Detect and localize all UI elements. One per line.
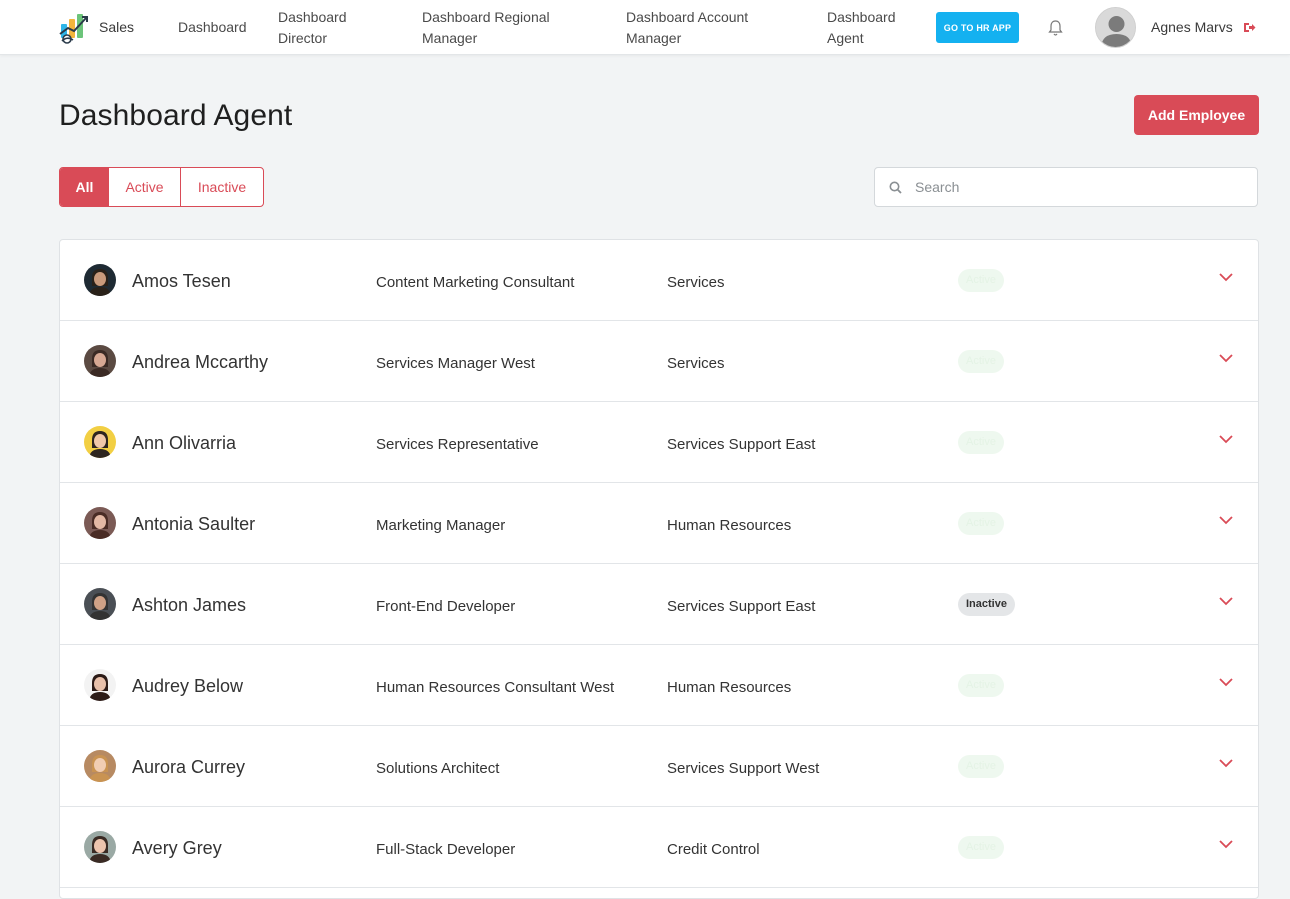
employee-name[interactable]: Amos Tesen <box>132 271 231 292</box>
employee-avatar <box>84 264 116 296</box>
employee-name[interactable]: Ashton James <box>132 595 246 616</box>
employee-name[interactable]: Aurora Currey <box>132 757 245 778</box>
nav-dashboard-director[interactable]: Dashboard Director <box>278 7 368 49</box>
go-to-hr-app-button[interactable]: GO TO HR APP <box>936 12 1019 43</box>
user-silhouette-icon <box>1096 8 1135 47</box>
status-badge: Active <box>958 269 1004 292</box>
status-badge: Active <box>958 674 1004 697</box>
status-badge: Active <box>958 836 1004 859</box>
chevron-down-icon[interactable] <box>1218 514 1234 526</box>
employee-avatar <box>84 750 116 782</box>
user-avatar[interactable] <box>1095 7 1136 48</box>
employee-avatar <box>84 426 116 458</box>
employee-avatar <box>84 345 116 377</box>
employee-avatar <box>84 669 116 701</box>
employee-name[interactable]: Avery Grey <box>132 838 222 859</box>
employee-row[interactable]: Antonia Saulter Marketing Manager Human … <box>60 483 1258 564</box>
employee-role: Marketing Manager <box>376 517 506 534</box>
chevron-down-icon[interactable] <box>1218 838 1234 850</box>
status-filter-group: All Active Inactive <box>59 167 264 207</box>
chevron-down-icon[interactable] <box>1218 676 1234 688</box>
nav-dashboard-agent[interactable]: Dashboard Agent <box>827 7 907 49</box>
employee-row[interactable]: Andrea Mccarthy Services Manager West Se… <box>60 321 1258 402</box>
employee-department: Services <box>667 274 725 291</box>
employee-row[interactable]: Ashton James Front-End Developer Service… <box>60 564 1258 645</box>
brand-name: Sales <box>99 19 135 35</box>
add-employee-button[interactable]: Add Employee <box>1134 95 1259 135</box>
employee-role: Human Resources Consultant West <box>376 679 615 696</box>
employee-role: Services Representative <box>376 436 539 453</box>
employee-department: Services Support East <box>667 598 816 615</box>
status-badge: Active <box>958 431 1004 454</box>
employee-department: Services Support West <box>667 760 820 777</box>
employee-role: Content Marketing Consultant <box>376 274 575 291</box>
employee-row[interactable]: Ann Olivarria Services Representative Se… <box>60 402 1258 483</box>
top-navbar: Sales Dashboard Dashboard Director Dashb… <box>0 0 1290 55</box>
chevron-down-icon[interactable] <box>1218 433 1234 445</box>
employee-department: Human Resources <box>667 517 792 534</box>
nav-dashboard-regional-manager[interactable]: Dashboard Regional Manager <box>422 7 572 49</box>
employee-department: Human Resources <box>667 679 792 696</box>
employee-name[interactable]: Antonia Saulter <box>132 514 255 535</box>
search-box <box>874 167 1258 207</box>
nav-dashboard-account-manager[interactable]: Dashboard Account Manager <box>626 7 776 49</box>
user-name[interactable]: Agnes Marvs <box>1151 19 1233 35</box>
employee-department: Credit Control <box>667 841 760 858</box>
employee-name[interactable]: Audrey Below <box>132 676 243 697</box>
search-icon <box>889 181 902 194</box>
status-badge: Inactive <box>958 593 1015 616</box>
bell-icon[interactable] <box>1047 19 1064 37</box>
filter-inactive[interactable]: Inactive <box>181 168 263 206</box>
employee-name[interactable]: Andrea Mccarthy <box>132 352 268 373</box>
employee-row[interactable]: Amos Tesen Content Marketing Consultant … <box>60 240 1258 321</box>
sales-logo-icon <box>59 14 88 44</box>
employee-row[interactable]: Avery Grey Full-Stack Developer Credit C… <box>60 807 1258 888</box>
employee-list: Amos Tesen Content Marketing Consultant … <box>59 239 1259 899</box>
employee-role: Services Manager West <box>376 355 535 372</box>
chevron-down-icon[interactable] <box>1218 757 1234 769</box>
page-title: Dashboard Agent <box>59 99 293 132</box>
logout-icon[interactable] <box>1243 21 1256 34</box>
chevron-down-icon[interactable] <box>1218 595 1234 607</box>
status-badge: Active <box>958 350 1004 373</box>
filter-all[interactable]: All <box>60 168 109 206</box>
employee-avatar <box>84 588 116 620</box>
employee-role: Front-End Developer <box>376 598 516 615</box>
search-input[interactable] <box>915 168 1245 206</box>
employee-row[interactable]: Aurora Currey Solutions Architect Servic… <box>60 726 1258 807</box>
employee-name[interactable]: Ann Olivarria <box>132 433 236 454</box>
employee-department: Services <box>667 355 725 372</box>
chevron-down-icon[interactable] <box>1218 352 1234 364</box>
employee-role: Full-Stack Developer <box>376 841 516 858</box>
status-badge: Active <box>958 512 1004 535</box>
employee-avatar <box>84 507 116 539</box>
nav-dashboard[interactable]: Dashboard <box>178 17 247 38</box>
chevron-down-icon[interactable] <box>1218 271 1234 283</box>
employee-row[interactable]: Audrey Below Human Resources Consultant … <box>60 645 1258 726</box>
employee-role: Solutions Architect <box>376 760 500 777</box>
filter-active[interactable]: Active <box>109 168 181 206</box>
brand[interactable]: Sales <box>58 9 134 45</box>
status-badge: Active <box>958 755 1004 778</box>
employee-department: Services Support East <box>667 436 816 453</box>
employee-avatar <box>84 831 116 863</box>
